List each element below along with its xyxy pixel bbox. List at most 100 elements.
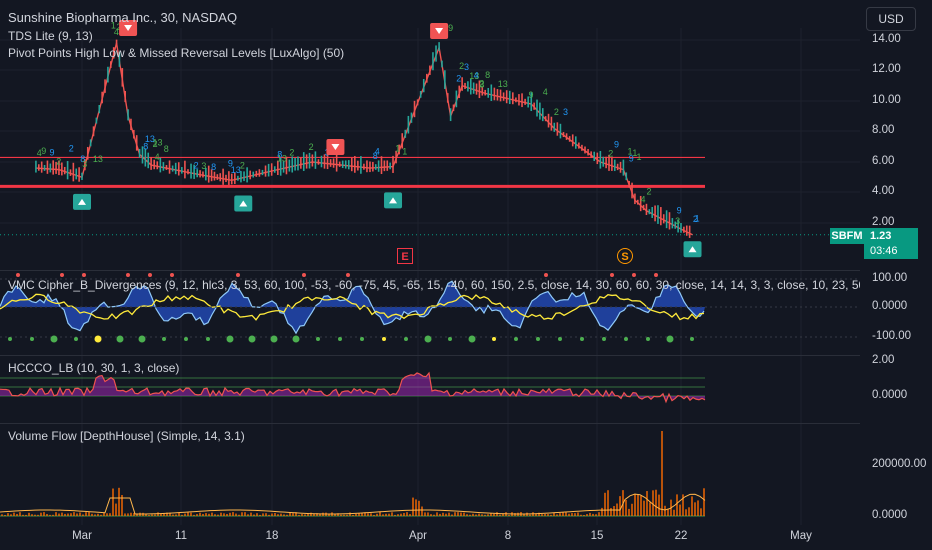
- vmc-signal-dot: [74, 337, 78, 341]
- tds-count-label: 8: [143, 141, 148, 151]
- tds-count-label: 2: [647, 186, 652, 196]
- vmc-signal-dot: [468, 335, 476, 343]
- tds-count-label: 3: [563, 107, 568, 117]
- currency-button[interactable]: USD: [866, 7, 916, 31]
- tds-count-label: 9: [528, 90, 533, 100]
- tds-count-label: 9: [677, 206, 682, 216]
- vmc-signal-dot: [162, 337, 166, 341]
- tds-count-label: 2: [456, 73, 461, 83]
- vmc-signal-dot: [292, 335, 300, 343]
- pane-separator: [0, 423, 860, 424]
- tds-count-label: 4: [37, 148, 42, 158]
- vmc-signal-dot: [206, 337, 210, 341]
- vmc-signal-dot: [492, 337, 496, 341]
- vmc-signal-dot: [236, 273, 240, 277]
- tds-count-label: 4: [375, 147, 380, 157]
- vmc-signal-dot: [404, 337, 408, 341]
- vmc-signal-dot: [270, 335, 278, 343]
- vmc-signal-dot: [138, 335, 146, 343]
- vmc-signal-dot: [690, 337, 694, 341]
- last-price-badge: 1.23: [864, 228, 918, 244]
- vmc-signal-dot: [82, 273, 86, 277]
- vmc-signal-dot: [360, 337, 364, 341]
- vmc-signal-dot: [580, 337, 584, 341]
- indicator-pivot-label[interactable]: Pivot Points High Low & Missed Reversal …: [8, 46, 344, 60]
- y-tick-label: 0.0000: [872, 389, 908, 401]
- vmc-signal-dot: [654, 273, 658, 277]
- symbol-badge: SBFM: [830, 228, 864, 244]
- y-tick-label: 6.00: [872, 155, 895, 167]
- vmc-signal-dot: [126, 273, 130, 277]
- split-event-icon[interactable]: S: [617, 248, 633, 264]
- vmc-signal-dot: [226, 335, 234, 343]
- chart-canvas[interactable]: 9231281349231281349231281349231281349231…: [0, 0, 932, 550]
- tds-count-label: 2: [608, 149, 613, 159]
- tds-count-label: 9: [228, 159, 233, 169]
- tds-count-label: 1: [695, 213, 700, 223]
- y-tick-label: 2.00: [872, 354, 895, 366]
- y-tick-label: 4.00: [872, 185, 895, 197]
- tds-count-label: 3: [201, 161, 206, 171]
- vmc-signal-dot: [170, 273, 174, 277]
- chart-title: Sunshine Biopharma Inc., 30, NASDAQ: [8, 10, 238, 25]
- tds-count-label: 2: [194, 161, 199, 171]
- price-line: [35, 42, 693, 236]
- vmc-signal-dot: [94, 335, 102, 343]
- vmc-signal-dot: [338, 337, 342, 341]
- tds-count-label: 2: [459, 61, 464, 71]
- hccco-pane: [0, 371, 706, 404]
- tds-count-label: 8: [211, 162, 216, 172]
- tds-count-label: 8: [485, 70, 490, 80]
- vmc-signal-dot: [30, 337, 34, 341]
- earnings-event-icon[interactable]: E: [397, 248, 413, 264]
- tds-count-label: 2: [309, 142, 314, 152]
- volume-pane-label[interactable]: Volume Flow [DepthHouse] (Simple, 14, 3.…: [8, 429, 245, 443]
- vmc-signal-dot: [116, 335, 124, 343]
- volume-pane: [0, 431, 706, 517]
- tds-count-label: 4: [640, 194, 645, 204]
- indicator-tds-label[interactable]: TDS Lite (9, 13): [8, 29, 93, 43]
- vmc-signal-dot: [624, 337, 628, 341]
- vmc-signal-dot: [646, 337, 650, 341]
- x-tick-label: Apr: [409, 530, 427, 542]
- y-tick-label: 2.00: [872, 216, 895, 228]
- vmc-signal-dot: [382, 337, 386, 341]
- tds-count-label: 1: [636, 152, 641, 162]
- tds-count-label: 2: [56, 156, 61, 166]
- vmc-signal-dot: [16, 273, 20, 277]
- x-tick-label: 18: [265, 530, 279, 542]
- vmc-signal-dot: [248, 335, 256, 343]
- tds-count-label: 9: [41, 146, 46, 156]
- vmc-signal-dot: [184, 337, 188, 341]
- y-tick-label: 200000.00: [872, 458, 927, 470]
- tds-count-label: 2: [289, 147, 294, 157]
- y-tick-label: 8.00: [872, 124, 895, 136]
- vmc-signal-dot: [514, 337, 518, 341]
- vmc-signal-dot: [8, 337, 12, 341]
- x-tick-label: Mar: [72, 530, 92, 542]
- tds-count-label: 13: [152, 137, 162, 147]
- y-tick-label: -100.00: [872, 330, 912, 342]
- y-tick-label: 100.00: [872, 272, 908, 284]
- tds-count-label: 1: [402, 146, 407, 156]
- tds-count-label: 9: [448, 23, 453, 33]
- tds-count-label: 8: [164, 144, 169, 154]
- vmc-signal-dot: [302, 273, 306, 277]
- tds-count-label: 4: [543, 87, 548, 97]
- bar-countdown: 03:46: [864, 244, 918, 259]
- tds-count-label: 2: [554, 107, 559, 117]
- tds-count-label: 1: [628, 146, 633, 156]
- volume-average-line: [0, 493, 706, 515]
- vmc-signal-dot: [316, 337, 320, 341]
- y-tick-label: 12.00: [872, 63, 901, 75]
- vmc-signal-dot: [610, 273, 614, 277]
- vmc-pane-label[interactable]: VMC Cipher_B_Divergences (9, 12, hlc3, 3…: [8, 278, 860, 292]
- tds-count-label: 1: [395, 143, 400, 153]
- vmc-signal-dot: [666, 335, 674, 343]
- hccco-pane-label[interactable]: HCCCO_LB (10, 30, 1, 3, close): [8, 361, 179, 375]
- y-tick-label: 14.00: [872, 33, 901, 45]
- tds-count-label: 3: [82, 159, 87, 169]
- vmc-signal-dot: [346, 273, 350, 277]
- vmc-signal-dot: [448, 337, 452, 341]
- vmc-signal-dot: [544, 273, 548, 277]
